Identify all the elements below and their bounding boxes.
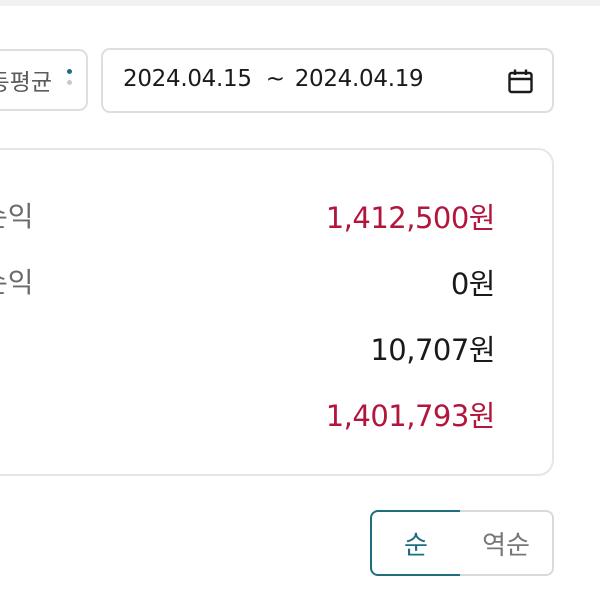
summary-row-value: 10,707원 [370, 333, 495, 367]
summary-row-valuation-profit: 손익 0원 [0, 261, 552, 301]
top-bar [0, 0, 600, 6]
date-separator: ~ [265, 66, 285, 92]
calc-method-select[interactable]: 동평균 [0, 49, 88, 111]
profit-summary-card: 손익 1,412,500원 손익 0원 10,707원 1,401,793원 [0, 148, 554, 476]
date-range-text: 2024.04.15 ~2024.04.19 [123, 66, 424, 92]
sort-ascending-button[interactable]: 순 [370, 510, 462, 576]
date-start: 2024.04.15 [123, 66, 252, 92]
summary-row-total: 1,401,793원 [0, 393, 552, 433]
summary-row-fees: 10,707원 [0, 327, 552, 367]
date-end: 2024.04.19 [294, 66, 424, 92]
summary-row-value: 0원 [450, 267, 496, 301]
summary-row-realized-profit: 손익 1,412,500원 [0, 195, 552, 235]
sort-order-toggle: 순 역순 [370, 510, 554, 576]
date-range-picker[interactable]: 2024.04.15 ~2024.04.19 [101, 48, 554, 113]
summary-row-label: 손익 [0, 266, 34, 299]
summary-row-value: 1,401,793원 [325, 399, 496, 433]
summary-row-label: 손익 [0, 200, 34, 233]
sort-descending-button[interactable]: 역순 [460, 510, 554, 576]
calc-method-label: 동평균 [0, 70, 52, 96]
summary-row-value: 1,412,500원 [325, 201, 496, 235]
calendar-icon[interactable] [507, 68, 534, 95]
kebab-icon[interactable] [67, 69, 73, 91]
